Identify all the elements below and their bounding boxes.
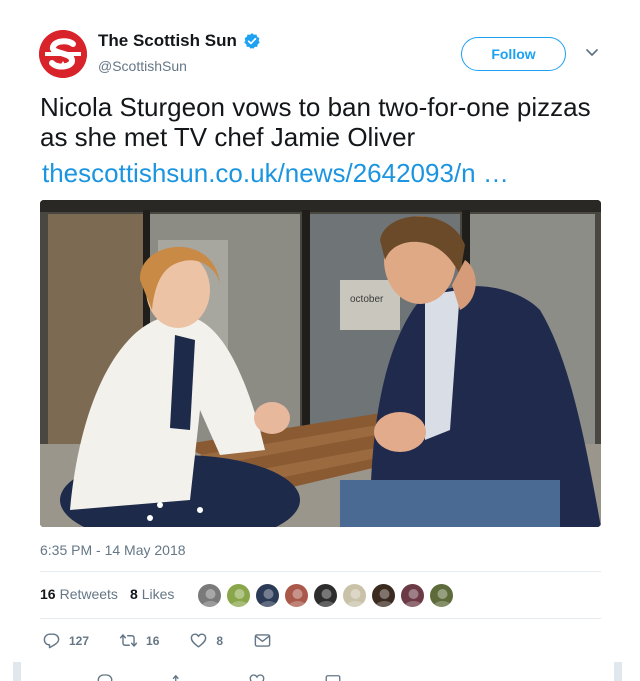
liker-avatar-3-icon[interactable]	[255, 583, 280, 608]
retweets-count: 16	[40, 586, 56, 602]
chevron-down-icon[interactable]	[584, 44, 600, 60]
next-tweet-edge	[614, 662, 622, 681]
heart-icon	[191, 633, 207, 648]
account-handle[interactable]: @ScottishSun	[98, 58, 187, 74]
account-avatar[interactable]	[39, 30, 87, 78]
follow-button[interactable]: Follow	[461, 37, 566, 71]
tweet-photo[interactable]: october	[40, 200, 601, 527]
liker-avatar-7-icon[interactable]	[371, 583, 396, 608]
tweet-stats: 16 Retweets 8 Likes	[40, 586, 186, 602]
scottish-sun-logo-icon	[39, 30, 87, 78]
verified-badge-icon	[243, 32, 261, 50]
likes-count: 8	[129, 586, 138, 602]
liker-avatar-6-icon[interactable]	[342, 583, 367, 608]
likes-label: Likes	[141, 586, 175, 602]
display-name[interactable]: The Scottish Sun	[98, 31, 237, 51]
tweet-link[interactable]: thescottishsun.co.uk/news/2642093/n …	[42, 158, 509, 188]
liker-avatar-5-icon[interactable]	[313, 583, 338, 608]
retweets-label: Retweets	[59, 586, 118, 602]
retweets-stat[interactable]: 16 Retweets	[40, 586, 118, 602]
reply-icon[interactable]	[96, 672, 114, 681]
liker-avatar-8-icon[interactable]	[400, 583, 425, 608]
reply-icon	[43, 633, 60, 649]
envelope-icon[interactable]	[324, 672, 342, 681]
reply-count: 127	[69, 633, 90, 648]
tweet-card: The Scottish Sun @ScottishSun Follow Nic…	[0, 0, 640, 681]
liker-avatar-2-icon[interactable]	[226, 583, 251, 608]
like-count: 8	[216, 633, 224, 648]
retweet-count: 16	[146, 633, 160, 648]
next-tweet-edge	[13, 662, 21, 681]
tweet-actions: 127 16 8	[42, 631, 280, 650]
divider	[40, 618, 601, 619]
next-tweet-actions	[96, 672, 342, 681]
retweet-button[interactable]: 16	[119, 631, 159, 650]
account-name-row[interactable]: The Scottish Sun	[98, 31, 261, 51]
liker-avatars	[197, 583, 454, 608]
liker-avatar-4-icon[interactable]	[284, 583, 309, 608]
retweet-icon	[119, 634, 138, 647]
likes-stat[interactable]: 8 Likes	[130, 586, 174, 602]
tweet-text: Nicola Sturgeon vows to ban two-for-one …	[40, 92, 591, 152]
direct-message-button[interactable]	[253, 631, 280, 650]
envelope-icon	[254, 634, 271, 647]
tweet-timestamp[interactable]: 6:35 PM - 14 May 2018	[40, 542, 186, 558]
svg-text:october: october	[350, 294, 384, 305]
divider	[40, 571, 601, 572]
heart-icon[interactable]	[248, 672, 266, 681]
retweet-icon[interactable]	[172, 672, 190, 681]
liker-avatar-9-icon[interactable]	[429, 583, 454, 608]
reply-button[interactable]: 127	[42, 631, 89, 650]
liker-avatar-1-icon[interactable]	[197, 583, 222, 608]
like-button[interactable]: 8	[189, 631, 223, 650]
photo-sturgeon-oliver-icon: october	[40, 200, 601, 527]
